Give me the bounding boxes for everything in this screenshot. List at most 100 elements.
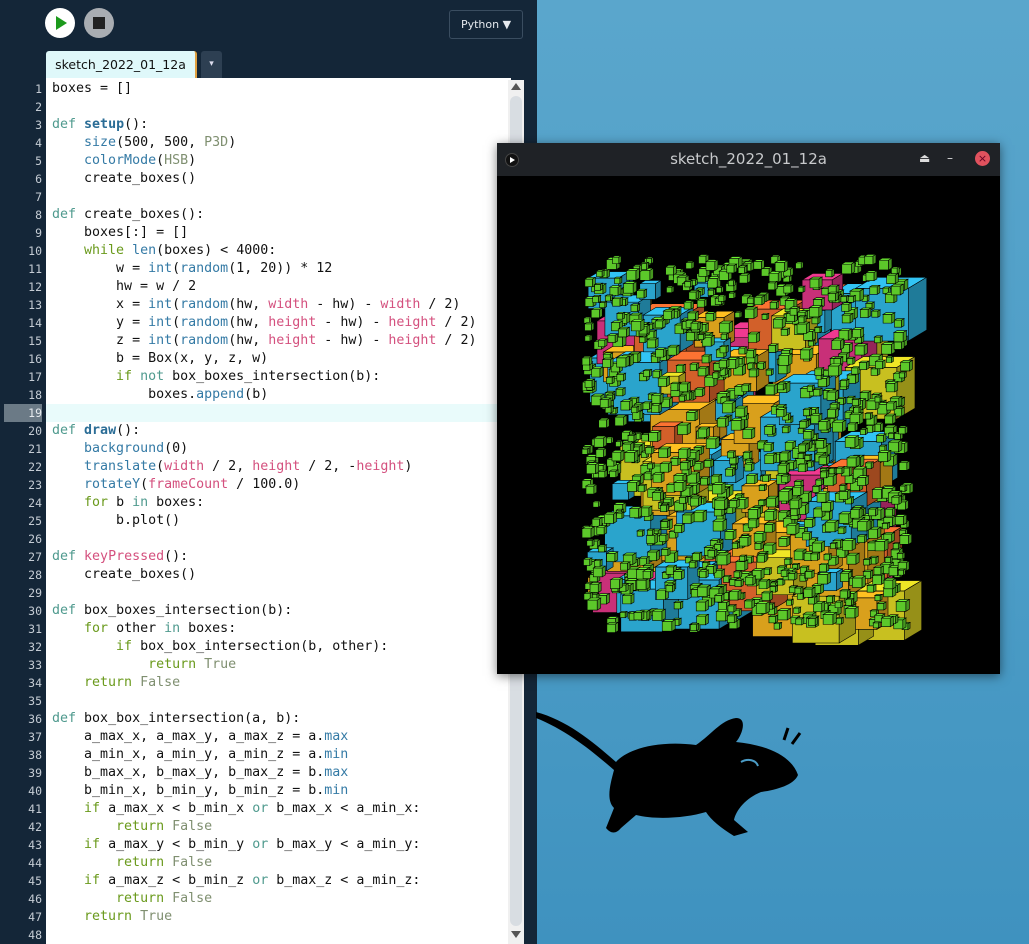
eject-icon[interactable]: ⏏ xyxy=(919,151,930,165)
sketch-window: sketch_2022_01_12a ⏏ – × xyxy=(497,143,1000,674)
small-box xyxy=(863,253,878,265)
code-line[interactable]: rotateY(frameCount / 100.0) xyxy=(52,476,300,494)
stop-button[interactable] xyxy=(84,8,114,38)
code-line[interactable]: translate(width / 2, height / 2, -height… xyxy=(52,458,412,476)
small-box xyxy=(763,522,777,533)
close-button[interactable]: × xyxy=(975,151,990,166)
line-number: 44 xyxy=(28,856,42,870)
code-line[interactable]: return False xyxy=(52,674,180,692)
small-box xyxy=(776,462,791,474)
code-line[interactable]: b_min_x, b_min_y, b_min_z = b.min xyxy=(52,782,348,800)
small-box xyxy=(720,332,730,341)
code-line[interactable]: a_max_x, a_max_y, a_max_z = a.max xyxy=(52,728,348,746)
small-box xyxy=(581,355,593,366)
small-box xyxy=(897,425,909,435)
code-line[interactable]: while len(boxes) < 4000: xyxy=(52,242,276,260)
small-box xyxy=(834,616,845,625)
small-box xyxy=(890,283,905,296)
code-line[interactable]: y = int(random(hw, height - hw) - height… xyxy=(52,314,476,332)
small-box xyxy=(715,552,732,566)
small-box xyxy=(871,573,886,585)
small-box xyxy=(609,577,624,590)
code-line[interactable]: if a_max_x < b_min_x or b_max_x < a_min_… xyxy=(52,800,420,818)
line-number: 29 xyxy=(28,586,42,600)
small-box xyxy=(747,507,762,520)
code-line[interactable]: def box_boxes_intersection(b): xyxy=(52,602,292,620)
code-line[interactable]: for b in boxes: xyxy=(52,494,204,512)
code-line[interactable]: b = Box(x, y, z, w) xyxy=(52,350,268,368)
small-box xyxy=(614,439,624,448)
code-line[interactable]: colorMode(HSB) xyxy=(52,152,196,170)
line-number: 33 xyxy=(28,658,42,672)
code-line[interactable]: def keyPressed(): xyxy=(52,548,188,566)
line-number: 45 xyxy=(28,874,42,888)
small-box xyxy=(788,497,803,510)
sketch-window-titlebar[interactable]: sketch_2022_01_12a ⏏ – × xyxy=(497,143,1000,176)
code-line[interactable]: def create_boxes(): xyxy=(52,206,204,224)
scroll-up-arrow[interactable] xyxy=(511,83,521,90)
small-box xyxy=(787,571,799,581)
small-box xyxy=(864,270,879,282)
code-line[interactable]: background(0) xyxy=(52,440,188,458)
small-box xyxy=(753,541,765,550)
mode-selector[interactable]: Python ▼ xyxy=(449,10,523,39)
code-line[interactable]: if a_max_z < b_min_z or b_max_z < a_min_… xyxy=(52,872,420,890)
small-box xyxy=(877,257,894,271)
small-box xyxy=(758,483,768,492)
code-line[interactable]: return True xyxy=(52,656,236,674)
small-box xyxy=(692,509,708,523)
code-line[interactable]: def box_box_intersection(a, b): xyxy=(52,710,300,728)
code-line[interactable]: return False xyxy=(52,818,212,836)
code-line[interactable]: hw = w / 2 xyxy=(52,278,196,296)
small-box xyxy=(822,611,838,625)
code-line[interactable]: create_boxes() xyxy=(52,566,196,584)
code-line[interactable]: size(500, 500, P3D) xyxy=(52,134,236,152)
code-line[interactable]: z = int(random(hw, height - hw) - height… xyxy=(52,332,476,350)
small-box xyxy=(601,357,615,369)
small-box xyxy=(641,400,653,410)
code-line[interactable]: for other in boxes: xyxy=(52,620,236,638)
code-line[interactable]: boxes[:] = [] xyxy=(52,224,188,242)
code-line[interactable]: def draw(): xyxy=(52,422,140,440)
small-box xyxy=(685,410,700,422)
small-box xyxy=(604,294,614,302)
code-line[interactable]: b_max_x, b_max_y, b_max_z = b.max xyxy=(52,764,348,782)
small-box xyxy=(684,260,696,270)
code-line[interactable]: return True xyxy=(52,908,172,926)
code-line[interactable]: w = int(random(1, 20)) * 12 xyxy=(52,260,332,278)
small-box xyxy=(637,483,648,493)
small-box xyxy=(583,378,596,389)
tab-menu-button[interactable]: ▾ xyxy=(201,51,222,78)
code-line[interactable]: boxes = [] xyxy=(52,80,132,98)
tab-sketch[interactable]: sketch_2022_01_12a xyxy=(46,51,197,78)
small-box xyxy=(660,547,672,557)
scroll-down-arrow[interactable] xyxy=(511,931,521,938)
small-box xyxy=(772,621,783,630)
code-line[interactable]: return False xyxy=(52,890,212,908)
small-box xyxy=(591,294,602,304)
small-box xyxy=(580,447,591,455)
code-line[interactable]: if box_box_intersection(b, other): xyxy=(52,638,388,656)
minimize-button[interactable]: – xyxy=(947,151,953,165)
small-box xyxy=(807,339,817,347)
small-box xyxy=(850,365,862,375)
line-number: 9 xyxy=(35,226,42,240)
code-line[interactable]: boxes.append(b) xyxy=(52,386,268,404)
small-box xyxy=(757,578,771,590)
code-line[interactable]: def setup(): xyxy=(52,116,148,134)
small-box xyxy=(825,389,840,401)
line-number: 7 xyxy=(35,190,42,204)
small-box xyxy=(689,495,703,507)
code-line[interactable]: return False xyxy=(52,854,212,872)
code-line[interactable]: x = int(random(hw, width - hw) - width /… xyxy=(52,296,460,314)
small-box xyxy=(803,517,817,528)
small-box xyxy=(700,353,713,364)
small-box xyxy=(630,405,640,414)
small-box xyxy=(583,321,595,332)
code-line[interactable]: if a_max_y < b_min_y or b_max_y < a_min_… xyxy=(52,836,420,854)
run-button[interactable] xyxy=(45,8,75,38)
code-line[interactable]: b.plot() xyxy=(52,512,180,530)
code-line[interactable]: a_min_x, a_min_y, a_min_z = a.min xyxy=(52,746,348,764)
code-line[interactable]: create_boxes() xyxy=(52,170,196,188)
code-line[interactable]: if not box_boxes_intersection(b): xyxy=(52,368,380,386)
